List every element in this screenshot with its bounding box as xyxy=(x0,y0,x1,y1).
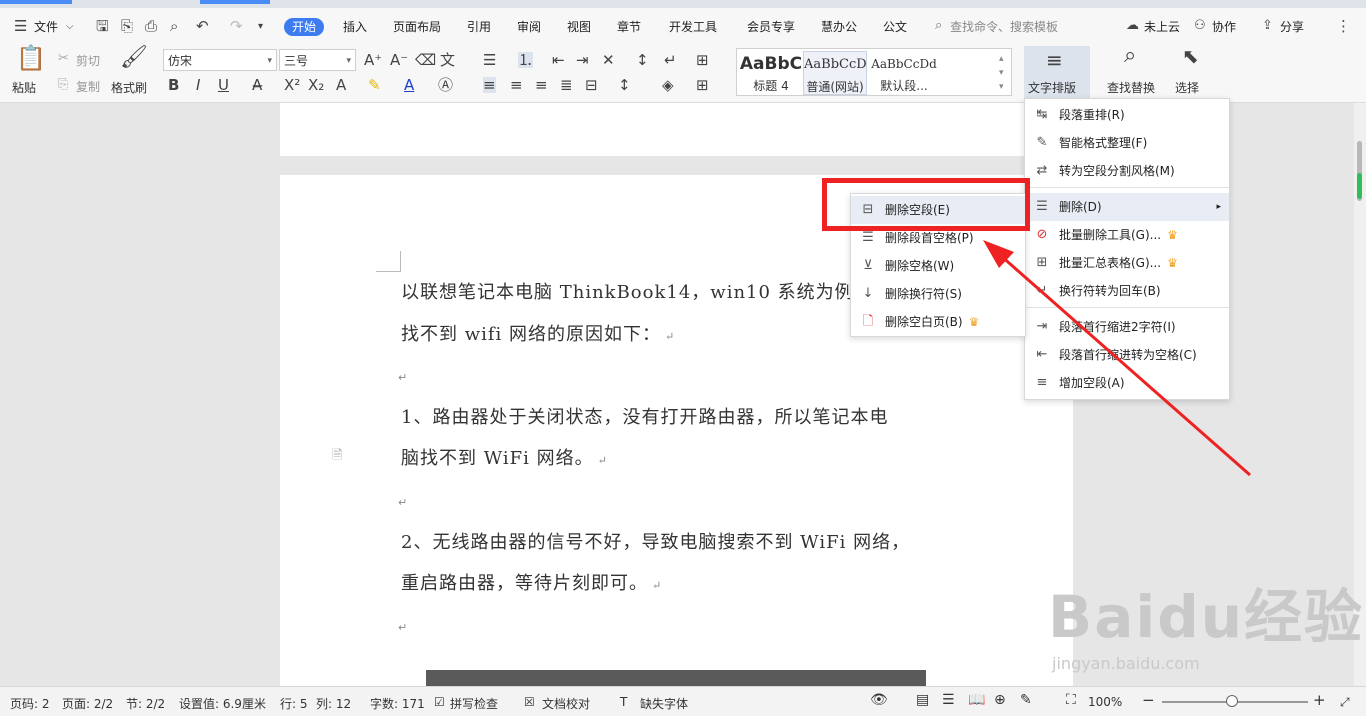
write-mode-icon[interactable]: ✎ xyxy=(1020,692,1032,708)
web-view-icon[interactable]: ⊕ xyxy=(994,692,1006,708)
zoom-level[interactable]: 100% xyxy=(1088,695,1122,709)
eye-protection-icon[interactable]: 👁 xyxy=(870,692,888,708)
checkbox-icon: ☑ xyxy=(434,695,445,709)
watermark-brand: Baidu经验 xyxy=(1048,583,1365,651)
baidu-watermark: Baidu经验 jingyan.baidu.com xyxy=(1048,570,1364,673)
fit-page-icon[interactable]: ⛶ xyxy=(1066,692,1076,708)
outline-view-icon[interactable]: ☰ xyxy=(942,692,955,708)
arrow-shaft xyxy=(999,253,1251,477)
missing-font-button[interactable]: 缺失字体 xyxy=(640,695,688,712)
status-page-number[interactable]: 页码: 2 xyxy=(10,695,50,712)
status-word-count[interactable]: 字数: 171 xyxy=(370,695,425,712)
status-row[interactable]: 行: 5 xyxy=(280,695,308,712)
status-bar: 页码: 2 页面: 2/2 节: 2/2 设置值: 6.9厘米 行: 5 列: … xyxy=(0,686,1366,716)
reading-view-icon[interactable]: 📖 xyxy=(968,692,985,708)
doc-check-button[interactable]: 文档校对 xyxy=(542,695,590,712)
status-pages[interactable]: 页面: 2/2 xyxy=(62,695,113,712)
fullscreen-icon[interactable]: ⤢ xyxy=(1340,695,1350,710)
zoom-slider-thumb[interactable] xyxy=(1226,695,1238,707)
status-column[interactable]: 列: 12 xyxy=(316,695,351,712)
status-setting-value[interactable]: 设置值: 6.9厘米 xyxy=(179,695,266,712)
spell-check-button[interactable]: 拼写检查 xyxy=(450,695,498,712)
font-icon: T xyxy=(620,695,628,709)
page-view-icon[interactable]: ▤ xyxy=(916,692,929,708)
zoom-out-icon[interactable]: − xyxy=(1142,691,1155,709)
watermark-url: jingyan.baidu.com xyxy=(1052,654,1200,673)
zoom-in-icon[interactable]: + xyxy=(1313,691,1326,709)
doc-check-icon: ☒ xyxy=(524,695,535,709)
status-section[interactable]: 节: 2/2 xyxy=(126,695,165,712)
